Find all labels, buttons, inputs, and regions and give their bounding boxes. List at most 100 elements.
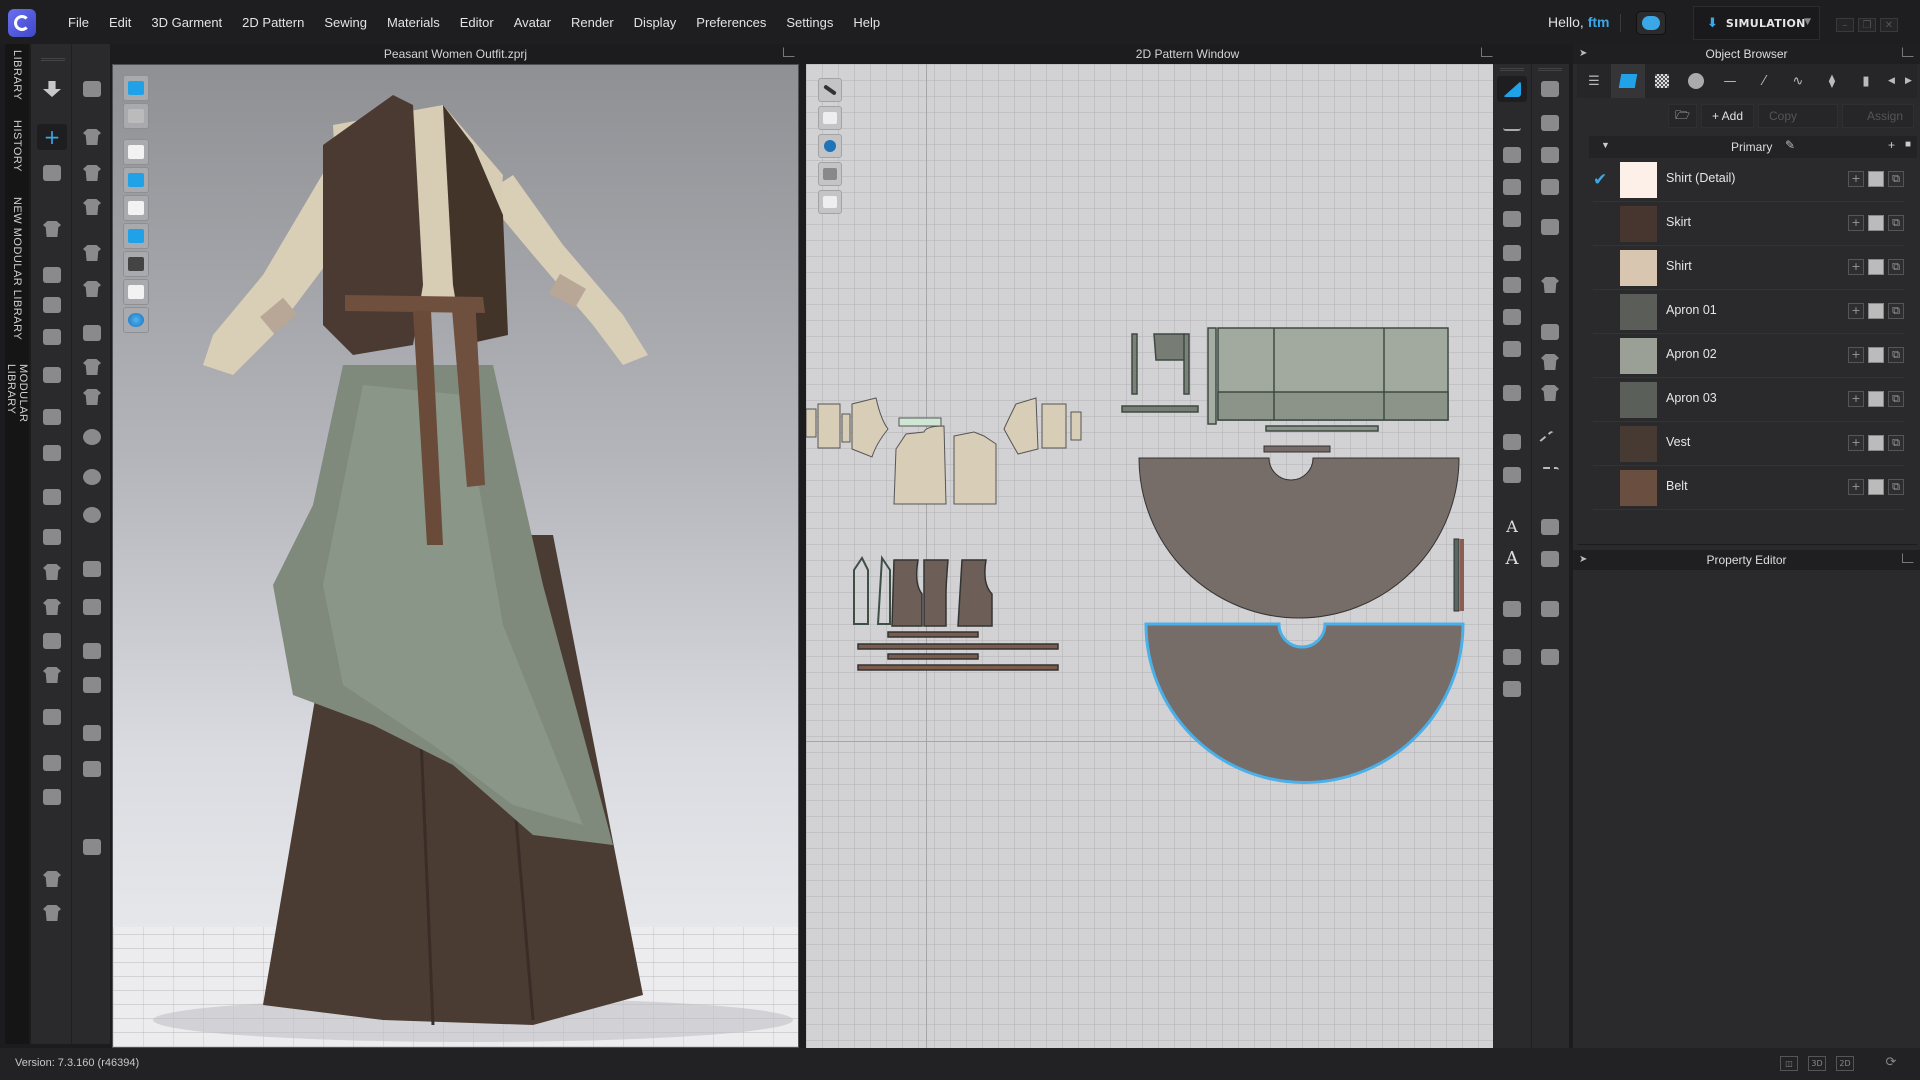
menu-render[interactable]: Render — [561, 15, 624, 30]
fabric-info-icon[interactable] — [1868, 215, 1884, 231]
3d-viewport[interactable] — [112, 64, 799, 1048]
group-header[interactable]: ▼ Primary ✎ + ■ — [1589, 136, 1917, 158]
fabric-swatch[interactable] — [1620, 250, 1657, 286]
thick-surface-icon[interactable] — [123, 251, 149, 277]
segment-topstitch-icon[interactable] — [1535, 462, 1565, 488]
check-sewing-icon[interactable] — [37, 292, 67, 318]
fabric-info-icon[interactable] — [1868, 171, 1884, 187]
add-group-icon[interactable]: + — [1888, 138, 1895, 152]
simulation-icon[interactable] — [37, 76, 67, 102]
fabric-info-icon[interactable] — [1868, 435, 1884, 451]
apply-fabric-icon[interactable]: + — [1848, 303, 1864, 319]
tuck-icon[interactable] — [37, 628, 67, 654]
select-mesh-brush-icon[interactable] — [37, 160, 67, 186]
show-garment-icon[interactable] — [123, 139, 149, 165]
graphic-2d-icon[interactable] — [1535, 272, 1565, 298]
apply-fabric-icon[interactable]: + — [1848, 435, 1864, 451]
segment-puckering-icon[interactable] — [1535, 546, 1565, 572]
fabric-swatch[interactable] — [1620, 426, 1657, 462]
tab-new-modular-library[interactable]: NEW MODULAR LIBRARY — [5, 194, 29, 344]
tape-icon[interactable] — [77, 638, 107, 664]
popout-icon[interactable] — [1902, 47, 1914, 57]
fabric-list-item[interactable]: Skirt + ⧉ — [1593, 202, 1904, 246]
duplicate-fabric-icon[interactable]: ⧉ — [1888, 171, 1904, 187]
tab-modular-library[interactable]: MODULAR LIBRARY — [5, 364, 29, 474]
annotation-icon[interactable]: A — [1497, 514, 1527, 540]
fabric-swatch[interactable] — [1620, 470, 1657, 506]
segment-sewing-icon[interactable] — [77, 240, 107, 266]
popout-icon[interactable] — [1902, 553, 1914, 563]
mode-selector[interactable]: ⬇ SIMULATION ▼ — [1693, 6, 1820, 40]
texture-2d-icon[interactable] — [1535, 319, 1565, 345]
polygon-icon[interactable] — [1497, 174, 1527, 200]
app-logo-icon[interactable] — [8, 9, 36, 37]
texture-surface-icon[interactable] — [123, 223, 149, 249]
compress-icon[interactable] — [77, 834, 107, 860]
copy-button[interactable]: Copy — [1758, 104, 1838, 128]
fabric-info-icon[interactable] — [1868, 479, 1884, 495]
select-button-icon[interactable] — [77, 464, 107, 490]
menu-sewing[interactable]: Sewing — [314, 15, 377, 30]
fold-icon[interactable] — [37, 559, 67, 585]
collapse-arrow-icon[interactable]: ▼ — [1601, 140, 1610, 150]
add-button[interactable]: + Add — [1700, 104, 1754, 128]
fabric-list-item[interactable]: ✔ Shirt (Detail) + ⧉ — [1593, 158, 1904, 202]
tack-icon[interactable] — [37, 362, 67, 388]
tab-scroll-right-icon[interactable]: ▶ — [1900, 64, 1917, 98]
ruler-icon[interactable] — [37, 784, 67, 810]
internal-polygon-icon[interactable] — [1497, 240, 1527, 266]
split-view-button[interactable]: ◫ — [1780, 1056, 1798, 1071]
fabric-list-item[interactable]: Shirt + ⧉ — [1593, 246, 1904, 290]
menu-edit[interactable]: Edit — [99, 15, 141, 30]
fabric-info-icon[interactable] — [1868, 347, 1884, 363]
button-tab-icon[interactable] — [1679, 64, 1713, 98]
menu-materials[interactable]: Materials — [377, 15, 450, 30]
menu-display[interactable]: Display — [624, 15, 687, 30]
button-icon[interactable] — [77, 424, 107, 450]
tape-measure-icon[interactable] — [37, 750, 67, 776]
zipper-shirt-edit-icon[interactable] — [37, 900, 67, 926]
fabric-list-item[interactable]: Vest + ⧉ — [1593, 422, 1904, 466]
folder-icon[interactable]: ■ — [1905, 139, 1911, 150]
menu-3d-garment[interactable]: 3D Garment — [141, 15, 232, 30]
fold-arrangement-icon[interactable] — [37, 216, 67, 242]
free-sewing-icon[interactable] — [77, 276, 107, 302]
dart-icon[interactable] — [1497, 336, 1527, 362]
fold-2d-icon[interactable] — [1497, 644, 1527, 670]
seam-taping-tab-icon[interactable]: ⁄ — [1747, 64, 1781, 98]
grade-icon[interactable] — [1535, 596, 1565, 622]
fold-3d-icon[interactable] — [37, 594, 67, 620]
menu-2d-pattern[interactable]: 2D Pattern — [232, 15, 314, 30]
3d-view-button[interactable]: 3D — [1808, 1056, 1826, 1071]
avatar-pose-icon[interactable] — [1497, 676, 1527, 702]
binding-icon[interactable] — [77, 720, 107, 746]
close-button[interactable]: ✕ — [1880, 18, 1898, 32]
pen-icon[interactable] — [77, 160, 107, 186]
edit-name-icon[interactable]: ✎ — [1785, 138, 1795, 152]
annotation-edit-icon[interactable]: A — [1497, 546, 1527, 572]
gift-icon[interactable] — [1535, 644, 1565, 670]
username[interactable]: ftm — [1588, 14, 1610, 30]
fabric-list-item[interactable]: Belt + ⧉ — [1593, 466, 1904, 510]
edit-curvature-icon[interactable] — [1497, 142, 1527, 168]
zipper-tab-icon[interactable]: ▮ — [1849, 64, 1883, 98]
cloud-sync-button[interactable] — [1636, 11, 1666, 35]
tab-scroll-left-icon[interactable]: ◀ — [1883, 64, 1900, 98]
menu-avatar[interactable]: Avatar — [504, 15, 561, 30]
transform-pattern-icon[interactable]: + — [37, 124, 67, 150]
fabric-list-item[interactable]: Apron 02 + ⧉ — [1593, 334, 1904, 378]
duplicate-fabric-icon[interactable]: ⧉ — [1888, 303, 1904, 319]
graphic-icon[interactable] — [77, 354, 107, 380]
popout-icon[interactable] — [1481, 47, 1493, 57]
fabric-swatch[interactable] — [1620, 338, 1657, 374]
pin-icon[interactable]: ➤ — [1579, 44, 1587, 64]
fabric-swatch[interactable] — [1620, 294, 1657, 330]
toolbar-grip[interactable] — [1500, 68, 1524, 71]
edit-point-icon[interactable] — [1497, 110, 1527, 136]
apply-fabric-icon[interactable]: + — [1848, 259, 1864, 275]
show-pins-icon[interactable] — [123, 167, 149, 193]
duplicate-fabric-icon[interactable]: ⧉ — [1888, 435, 1904, 451]
menu-help[interactable]: Help — [843, 15, 890, 30]
add-folder-icon[interactable]: 🗁 — [1668, 104, 1697, 128]
toolbar-grip[interactable] — [1538, 68, 1562, 71]
